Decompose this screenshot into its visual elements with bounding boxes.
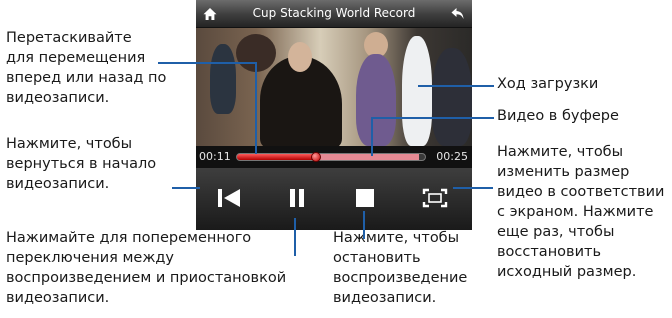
callout-pause: Нажимайте для попеременного переключения…	[6, 230, 287, 306]
pause-button[interactable]	[280, 183, 314, 213]
leader-line-resize	[453, 187, 493, 189]
progress-bar-area: 00:11 00:25	[196, 146, 472, 168]
skip-to-start-icon	[218, 189, 240, 207]
leader-line-start	[172, 187, 200, 189]
callout-download: Ход загрузки	[497, 76, 599, 92]
back-arrow-icon[interactable]	[450, 6, 466, 22]
leader-line-buffer	[371, 117, 494, 119]
leader-line-buffer-vertical	[371, 118, 373, 156]
played-progress-fill	[237, 154, 316, 160]
title-bar: Cup Stacking World Record	[196, 0, 472, 28]
home-icon[interactable]	[202, 6, 218, 22]
progress-track[interactable]	[236, 153, 426, 161]
leader-line-drag	[158, 62, 256, 64]
leader-line-stop	[363, 211, 365, 239]
video-title: Cup Stacking World Record	[252, 6, 416, 20]
callout-stop: Нажмите, чтобы остановить воспроизведени…	[333, 230, 468, 306]
video-frame[interactable]	[196, 28, 472, 146]
leader-line-download	[418, 85, 494, 87]
elapsed-time: 00:11	[199, 150, 231, 163]
callout-buffer: Видео в буфере	[497, 108, 619, 124]
skip-to-start-button[interactable]	[212, 183, 246, 213]
leader-line-drag-vertical	[255, 62, 257, 154]
callout-start: Нажмите, чтобы вернуться в начало видеоз…	[6, 136, 157, 192]
playback-controls	[196, 168, 472, 230]
leader-line-pause	[294, 218, 296, 256]
callout-resize: Нажмите, чтобы изменить размер видео в с…	[497, 144, 665, 280]
callout-drag: Перетаскивайте для перемещения вперед ил…	[6, 30, 167, 106]
fullscreen-button[interactable]	[418, 183, 452, 213]
scrub-handle[interactable]	[310, 152, 321, 162]
video-player-screen: Cup Stacking World Record 00:11 00:25	[196, 0, 472, 230]
total-time: 00:25	[436, 150, 468, 163]
fullscreen-icon	[422, 188, 448, 208]
stop-icon	[356, 189, 374, 207]
stop-button[interactable]	[348, 183, 382, 213]
pause-icon	[290, 189, 304, 207]
